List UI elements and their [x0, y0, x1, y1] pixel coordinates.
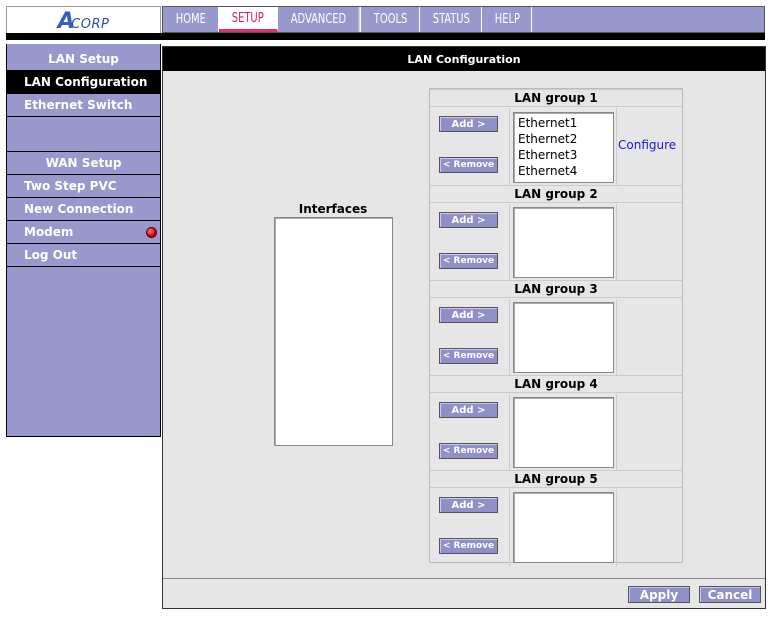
list-item[interactable]: Ethernet2 [518, 131, 613, 147]
logo-text: ACORP [57, 8, 110, 34]
add-button[interactable]: Add > [439, 212, 498, 228]
lan-group-2-header: LAN group 2 [430, 185, 682, 203]
tab-status[interactable]: STATUS [420, 7, 482, 32]
lan-group-5-list[interactable] [513, 492, 614, 563]
status-led-icon [146, 227, 157, 238]
cancel-button[interactable]: Cancel [699, 586, 761, 603]
main-panel: LAN Configuration Interfaces LAN group 1… [162, 46, 766, 609]
lan-group-2-controls: Add > < Remove [430, 204, 510, 281]
sidebar-item-two-step-pvc[interactable]: Two Step PVC [7, 175, 160, 198]
lan-group-4-list[interactable] [513, 397, 614, 468]
sidebar-header-lan-setup: LAN Setup [7, 48, 160, 71]
add-button[interactable]: Add > [439, 402, 498, 418]
tab-home[interactable]: HOME [163, 7, 219, 32]
list-item[interactable]: Ethernet3 [518, 147, 613, 163]
remove-button[interactable]: < Remove [439, 253, 498, 269]
remove-button[interactable]: < Remove [439, 538, 498, 554]
add-button[interactable]: Add > [439, 307, 498, 323]
sidebar-item-log-out[interactable]: Log Out [7, 244, 160, 267]
lan-group-1-header: LAN group 1 [430, 89, 682, 107]
tab-tools[interactable]: TOOLS [361, 7, 420, 32]
top-navigation: HOME SETUP ADVANCED TOOLS STATUS HELP [162, 6, 765, 33]
lan-group-4-header: LAN group 4 [430, 375, 682, 393]
lan-group-5-controls: Add > < Remove [430, 489, 510, 566]
sidebar-header-wan-setup: WAN Setup [7, 152, 160, 175]
interfaces-list[interactable] [274, 217, 393, 446]
lan-group-3-header: LAN group 3 [430, 280, 682, 298]
sidebar-item-new-connection[interactable]: New Connection [7, 198, 160, 221]
sidebar: LAN Setup LAN Configuration Ethernet Swi… [6, 44, 161, 437]
sidebar-item-ethernet-switch[interactable]: Ethernet Switch [7, 94, 160, 117]
remove-button[interactable]: < Remove [439, 443, 498, 459]
tab-setup[interactable]: SETUP [219, 7, 278, 32]
sidebar-item-label: Modem [24, 225, 74, 239]
page-title: LAN Configuration [163, 47, 765, 71]
lan-groups-panel: LAN group 1 Add > < Remove Ethernet1 Eth… [429, 88, 683, 566]
remove-button[interactable]: < Remove [439, 157, 498, 173]
lan-group-4-controls: Add > < Remove [430, 394, 510, 471]
lan-group-2-list[interactable] [513, 207, 614, 278]
logo: ACORP [6, 6, 161, 35]
add-button[interactable]: Add > [439, 116, 498, 132]
header-divider [6, 33, 765, 40]
apply-button[interactable]: Apply [628, 586, 690, 603]
tab-help[interactable]: HELP [482, 7, 532, 32]
lan-group-1-list[interactable]: Ethernet1 Ethernet2 Ethernet3 Ethernet4 [513, 112, 614, 183]
list-item[interactable]: Ethernet1 [518, 115, 613, 131]
lan-group-3-controls: Add > < Remove [430, 299, 510, 376]
add-button[interactable]: Add > [439, 497, 498, 513]
lan-group-3-list[interactable] [513, 302, 614, 373]
list-item[interactable]: Ethernet4 [518, 163, 613, 179]
sidebar-item-lan-configuration[interactable]: LAN Configuration [7, 71, 160, 94]
lan-group-5-header: LAN group 5 [430, 470, 682, 488]
sidebar-spacer [7, 117, 160, 152]
tab-advanced[interactable]: ADVANCED [278, 7, 361, 32]
sidebar-item-modem[interactable]: Modem [7, 221, 160, 244]
footer-divider [163, 578, 765, 579]
configure-link[interactable]: Configure [618, 138, 676, 152]
lan-group-1-controls: Add > < Remove [430, 108, 510, 185]
interfaces-label: Interfaces [298, 202, 368, 216]
remove-button[interactable]: < Remove [439, 348, 498, 364]
